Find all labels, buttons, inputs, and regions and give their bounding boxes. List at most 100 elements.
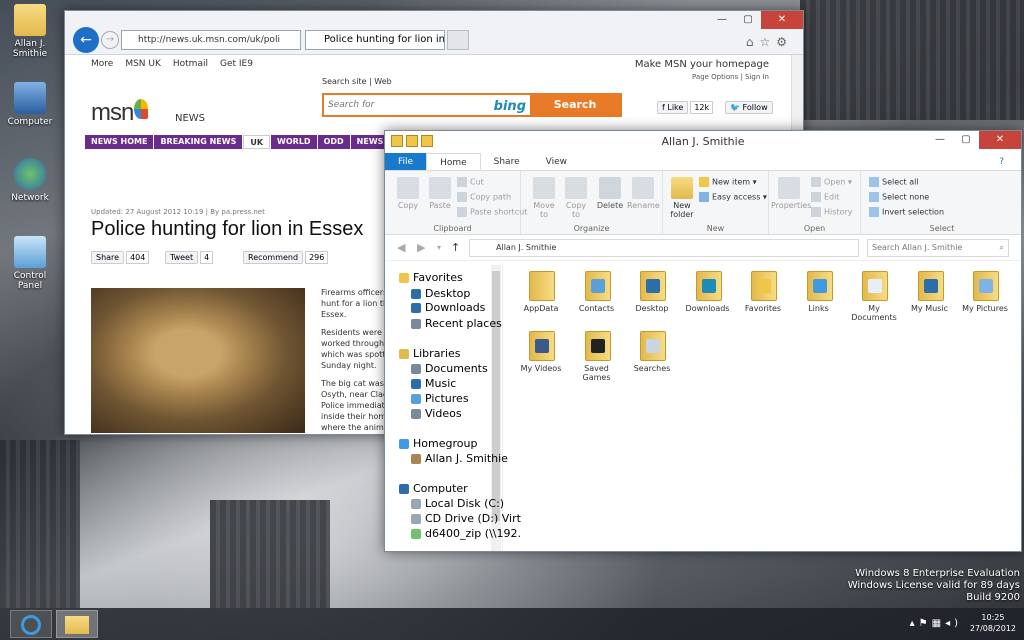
desktop-icon-network[interactable]: Network <box>0 158 60 203</box>
nav-item[interactable]: Pictures <box>411 392 469 405</box>
easy-access-button[interactable]: Easy access ▾ <box>699 192 767 202</box>
homepage-link[interactable]: Make MSN your homepage <box>635 59 769 70</box>
paste-shortcut-button[interactable]: Paste shortcut <box>457 207 527 217</box>
gear-icon[interactable]: ⚙ <box>776 35 793 49</box>
back-arrow-icon[interactable]: ◀ <box>397 241 405 254</box>
paste-button[interactable]: Paste <box>425 177 455 210</box>
like-button[interactable]: f Like <box>657 101 689 114</box>
taskbar-explorer-button[interactable] <box>56 610 98 638</box>
breadcrumb[interactable]: Allan J. Smithie <box>469 239 859 257</box>
folder-item[interactable]: My Pictures <box>957 269 1013 313</box>
share-button[interactable]: Share <box>91 251 125 264</box>
nav-item[interactable]: Recent places <box>411 317 502 330</box>
taskbar-ie-button[interactable] <box>10 610 52 638</box>
tab-view[interactable]: View <box>533 153 580 170</box>
up-arrow-icon[interactable]: ↑ <box>451 241 460 254</box>
breadcrumb-item[interactable]: Allan J. Smithie <box>496 243 556 252</box>
quick-access-toolbar[interactable] <box>391 135 433 147</box>
edit-button[interactable]: Edit <box>811 192 840 202</box>
tweet-button[interactable]: Tweet <box>165 251 199 264</box>
close-button[interactable]: ✕ <box>979 131 1021 149</box>
copy-path-button[interactable]: Copy path <box>457 192 511 202</box>
nav-item[interactable]: Computer <box>399 482 468 495</box>
desktop-icon-control-panel[interactable]: Control Panel <box>0 236 60 291</box>
properties-icon[interactable] <box>406 135 418 147</box>
show-hidden-icons-icon[interactable]: ▴ <box>910 618 919 629</box>
menu-world[interactable]: WORLD <box>271 135 317 149</box>
menu-news-home[interactable]: NEWS HOME <box>85 135 154 149</box>
folder-item[interactable]: My Videos <box>513 329 569 373</box>
menu-breaking-news[interactable]: BREAKING NEWS <box>154 135 243 149</box>
nav-item[interactable]: Allan J. Smithie <box>411 452 508 465</box>
follow-button[interactable]: 🐦 Follow <box>725 101 773 114</box>
search-web-option[interactable]: Web <box>374 77 391 86</box>
copy-button[interactable]: Copy <box>393 177 423 210</box>
maximize-button[interactable]: ▢ <box>953 131 979 149</box>
nav-link[interactable]: More <box>91 59 113 69</box>
share-widget[interactable]: Share 404 <box>91 251 150 264</box>
msn-logo[interactable]: msn <box>91 99 149 127</box>
recommend-widget[interactable]: Recommend 296 <box>243 251 329 264</box>
forward-button[interactable]: → <box>101 31 119 49</box>
address-bar[interactable]: http://news.uk.msn.com/uk/poli <box>121 30 301 50</box>
facebook-like[interactable]: f Like 12k <box>657 101 714 114</box>
nav-item[interactable]: Music <box>411 377 456 390</box>
recent-dropdown-icon[interactable]: ▾ <box>437 243 441 252</box>
nav-item[interactable]: Documents <box>411 362 488 375</box>
folder-item[interactable]: Saved Games <box>569 329 625 382</box>
folder-item[interactable]: Searches <box>624 329 680 373</box>
folder-item[interactable]: Links <box>791 269 847 313</box>
nav-link[interactable]: MSN UK <box>125 59 161 69</box>
nav-item[interactable]: d6400_zip (\\192. <box>411 527 521 540</box>
desktop-icon-computer[interactable]: Computer <box>0 82 60 127</box>
new-folder-button[interactable]: New folder <box>667 177 697 219</box>
rename-button[interactable]: Rename <box>627 177 660 210</box>
recommend-button[interactable]: Recommend <box>243 251 304 264</box>
favorites-star-icon[interactable]: ☆ <box>759 35 776 49</box>
ie-toolbar-icons[interactable]: ⌂☆⚙ <box>746 35 793 49</box>
minimize-button[interactable]: — <box>709 11 735 29</box>
maximize-button[interactable]: ▢ <box>735 11 761 29</box>
search-input[interactable]: Search Allan J. Smithie ⌕ <box>867 239 1009 257</box>
tweet-widget[interactable]: Tweet 4 <box>165 251 214 264</box>
open-button[interactable]: Open ▾ <box>811 177 852 187</box>
folder-item[interactable]: Desktop <box>624 269 680 313</box>
nav-item[interactable]: CD Drive (D:) Virt <box>411 512 521 525</box>
desktop-icon-user-folder[interactable]: Allan J. Smithie <box>0 4 60 59</box>
copy-to-button[interactable]: Copy to <box>561 177 591 219</box>
new-tab-button[interactable] <box>447 30 469 50</box>
nav-item[interactable]: Local Disk (C:) <box>411 497 504 510</box>
minimize-button[interactable]: — <box>927 131 953 149</box>
menu-uk[interactable]: UK <box>243 135 271 149</box>
nav-link[interactable]: Hotmail <box>173 59 208 69</box>
select-none-button[interactable]: Select none <box>869 192 929 202</box>
properties-button[interactable]: Properties <box>771 177 811 210</box>
nav-item[interactable]: Videos <box>411 407 462 420</box>
invert-selection-button[interactable]: Invert selection <box>869 207 944 217</box>
search-input[interactable]: Search for bing <box>324 95 530 115</box>
close-button[interactable]: ✕ <box>761 11 803 29</box>
search-button[interactable]: Search <box>530 95 620 115</box>
folder-item[interactable]: My Documents <box>846 269 902 322</box>
search-site-option[interactable]: Search site <box>322 77 366 86</box>
tab-file[interactable]: File <box>385 153 427 170</box>
nav-item[interactable]: Desktop <box>411 287 470 300</box>
tab-share[interactable]: Share <box>481 153 533 170</box>
folder-item[interactable]: My Music <box>902 269 958 313</box>
folder-item[interactable]: Contacts <box>569 269 625 313</box>
nav-item[interactable]: Libraries <box>399 347 461 360</box>
nav-item[interactable]: Homegroup <box>399 437 477 450</box>
back-button[interactable]: ← <box>73 27 99 53</box>
folder-item[interactable]: Downloads <box>680 269 736 313</box>
volume-icon[interactable]: ◂) <box>945 618 962 629</box>
cut-button[interactable]: Cut <box>457 177 484 187</box>
folder-item[interactable]: Favorites <box>735 269 791 313</box>
home-icon[interactable]: ⌂ <box>746 35 760 49</box>
folder-item[interactable]: AppData <box>513 269 569 313</box>
nav-item[interactable]: Favorites <box>399 271 463 284</box>
twitter-follow[interactable]: 🐦 Follow <box>725 101 773 114</box>
browser-tab[interactable]: Police hunting for lion in Ess... <box>305 30 445 50</box>
clock[interactable]: 10:25 27/08/2012 <box>970 612 1016 634</box>
select-all-button[interactable]: Select all <box>869 177 919 187</box>
new-folder-icon[interactable] <box>421 135 433 147</box>
